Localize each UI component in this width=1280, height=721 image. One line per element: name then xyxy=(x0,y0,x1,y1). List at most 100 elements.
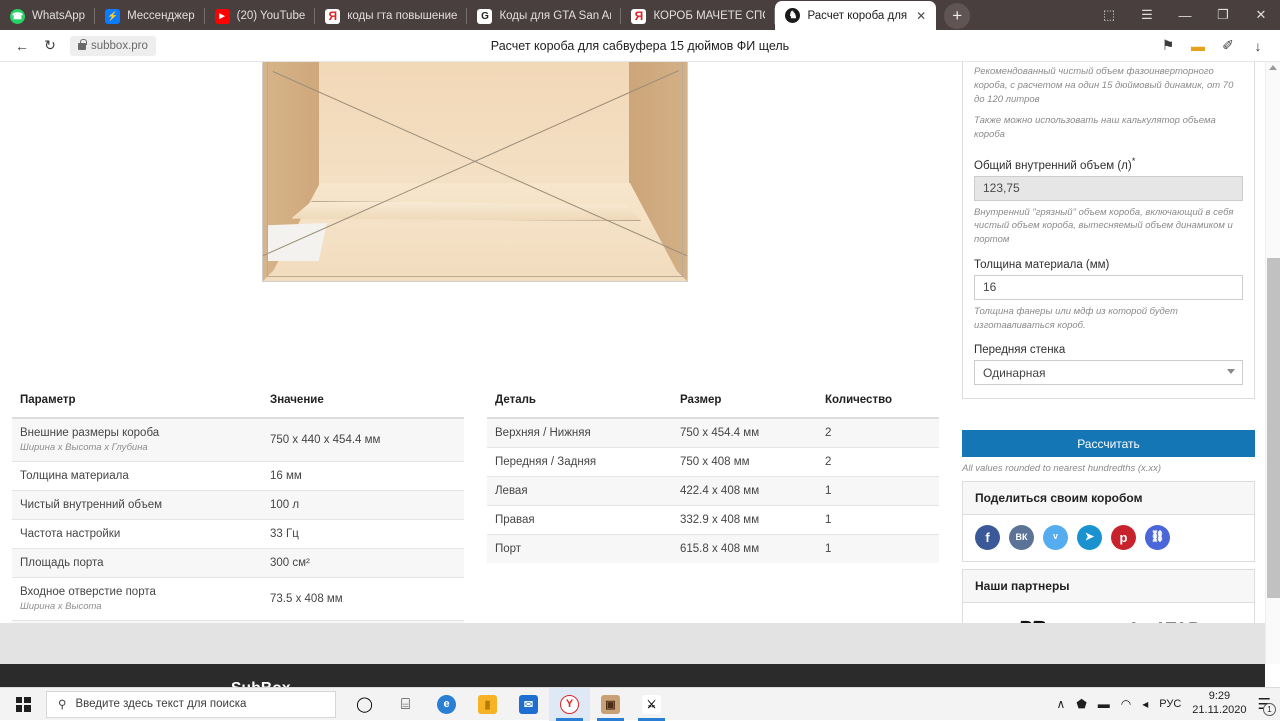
browser-tab[interactable]: Я КОРОБ МАЧЕТЕ СПОР xyxy=(621,2,776,30)
column-header-part: Деталь xyxy=(487,384,672,419)
cell-part: Порт xyxy=(487,534,672,563)
battery-icon[interactable]: ▬ xyxy=(1098,697,1110,711)
wifi-icon[interactable]: ◠ xyxy=(1121,697,1131,711)
total-volume-input[interactable] xyxy=(974,175,1243,201)
start-button[interactable] xyxy=(0,688,46,721)
parts-table: Деталь Размер Количество Верхняя / Нижня… xyxy=(487,384,939,563)
pinterest-share-button[interactable]: р xyxy=(1111,525,1136,550)
table-row: Частота настройки 33 Гц xyxy=(12,519,464,549)
back-icon[interactable]: ← xyxy=(8,32,36,60)
collections-icon[interactable]: ✐ xyxy=(1214,32,1242,60)
tab-label: КОРОБ МАЧЕТЕ СПОР xyxy=(653,10,765,22)
cortana-icon[interactable]: ◯ xyxy=(344,688,385,721)
telegram-share-button[interactable]: ➤ xyxy=(1077,525,1102,550)
taskbar-clock[interactable]: 9:29 21.11.2020 xyxy=(1192,690,1246,718)
column-header-size: Размер xyxy=(672,384,817,419)
photos-icon[interactable]: ▣ xyxy=(590,688,631,721)
wallet-icon[interactable]: ▬ xyxy=(1184,32,1212,60)
box-outline xyxy=(267,62,683,277)
address-bar[interactable]: subbox.pro xyxy=(70,35,156,56)
param-subtitle: Ширина x Высота x Глубина xyxy=(20,442,148,453)
subwoofer-box-render xyxy=(262,62,688,282)
partners-panel-title: Наши партнеры xyxy=(963,570,1254,603)
window-controls: ⬚ ☰ — ❐ ✕ xyxy=(1090,1,1280,29)
cell-size: 750 x 454.4 мм xyxy=(672,417,817,448)
browser-tab[interactable]: ⚡ Мессенджер xyxy=(95,2,205,30)
windows-logo-icon xyxy=(15,696,31,712)
cell-size: 750 x 408 мм xyxy=(672,447,817,477)
google-icon: G xyxy=(477,8,493,24)
yandex-browser-icon[interactable]: Y xyxy=(549,687,590,721)
tab-label: (20) YouTube xyxy=(236,10,306,22)
downloads-icon[interactable]: ↓ xyxy=(1244,32,1272,60)
cell-part: Правая xyxy=(487,505,672,535)
tab-label: Расчет короба для xyxy=(807,9,908,22)
microphone-icon[interactable]: ⬟ xyxy=(1076,697,1086,711)
twitter-share-button[interactable]: ᵛ xyxy=(1043,525,1068,550)
tab-label: Коды для GTA San An xyxy=(499,10,612,22)
total-volume-hint: Внутренний "грязный" объем короба, включ… xyxy=(974,206,1234,246)
cell-parameter: Площадь порта xyxy=(12,548,262,578)
front-wall-select[interactable]: Одинарная xyxy=(974,360,1243,386)
cell-qty: 1 xyxy=(817,505,939,535)
table-row: Толщина материала 16 мм xyxy=(12,461,464,491)
close-tab-icon[interactable]: ✕ xyxy=(916,10,926,22)
menu-icon[interactable]: ☰ xyxy=(1128,1,1166,29)
photo-glyph: ▣ xyxy=(601,694,620,714)
column-header-value: Значение xyxy=(262,384,464,419)
vk-share-button[interactable]: ВК xyxy=(1009,525,1034,550)
minimize-button[interactable]: — xyxy=(1166,1,1204,29)
browser-tab[interactable]: Я коды гта повышение xyxy=(315,2,468,30)
collections-icon[interactable]: ⬚ xyxy=(1090,1,1128,29)
favorite-icon[interactable]: ⚑ xyxy=(1154,32,1182,60)
taskbar-search-box[interactable]: ⚲ Введите здесь текст для поиска xyxy=(46,690,336,718)
browser-tab[interactable]: ▶ (20) YouTube xyxy=(205,2,316,30)
maximize-button[interactable]: ❐ xyxy=(1204,1,1242,29)
volume-icon[interactable]: ◂ xyxy=(1142,697,1148,711)
param-subtitle: Ширина x Высота xyxy=(20,601,102,612)
share-buttons-row: f ВК ᵛ ➤ р ⛓ xyxy=(963,515,1254,561)
new-tab-button[interactable]: + xyxy=(944,3,971,29)
language-indicator[interactable]: РУС xyxy=(1159,698,1181,710)
table-row: Чистый внутренний объем 100 л xyxy=(12,490,464,520)
table-row: Внешние размеры короба Ширина x Высота x… xyxy=(12,417,464,462)
page-scrollbar[interactable] xyxy=(1265,62,1280,664)
edge-icon[interactable]: e xyxy=(426,688,467,721)
browser-tab[interactable]: ☎ WhatsApp xyxy=(0,2,96,30)
cell-parameter: Входное отверстие порта Ширина x Высота xyxy=(12,577,262,621)
scroll-up-arrow-icon[interactable] xyxy=(1269,65,1277,70)
folder-glyph: ▮ xyxy=(478,694,497,714)
cell-parameter: Чистый внутренний объем xyxy=(12,490,262,520)
notifications-icon[interactable]: ☰ 1 xyxy=(1258,695,1276,716)
material-thickness-input[interactable] xyxy=(974,274,1243,300)
scrollbar-thumb[interactable] xyxy=(1267,258,1280,598)
front-wall-label: Передняя стенка xyxy=(974,344,1066,357)
gta-sa-icon[interactable]: ⚔ xyxy=(631,688,672,721)
calculator-sidebar: Рекомендованный чистый объем фазоинверто… xyxy=(952,62,1265,664)
total-volume-label: Общий внутренний объем (л)* xyxy=(974,155,1136,172)
cell-qty: 1 xyxy=(817,476,939,506)
table-row: Входное отверстие порта Ширина x Высота … xyxy=(12,577,464,621)
page-title: Расчет короба для сабвуфера 15 дюймов ФИ… xyxy=(490,38,790,53)
required-marker: * xyxy=(1131,155,1136,167)
clock-time: 9:29 xyxy=(1208,690,1231,703)
gta-glyph: ⚔ xyxy=(642,694,661,714)
tray-chevron-icon[interactable]: ∧ xyxy=(1057,697,1066,711)
volume-calculator-link-note: Также можно использовать наш калькулятор… xyxy=(974,115,1216,141)
file-explorer-icon[interactable]: ▮ xyxy=(467,688,508,721)
cell-part: Левая xyxy=(487,476,672,506)
refresh-icon[interactable]: ↻ xyxy=(36,32,64,60)
browser-tab[interactable]: G Коды для GTA San An xyxy=(467,2,622,30)
calculate-button[interactable]: Рассчитать xyxy=(962,430,1255,457)
facebook-share-button[interactable]: f xyxy=(975,525,1000,550)
cell-value: 750 x 440 x 454.4 мм xyxy=(262,417,464,462)
table-header-row: Деталь Размер Количество xyxy=(487,384,939,419)
close-window-button[interactable]: ✕ xyxy=(1242,1,1280,29)
mail-icon[interactable]: ✉ xyxy=(508,688,549,721)
task-view-icon[interactable]: ⌸ xyxy=(385,688,426,721)
copy-link-button[interactable]: ⛓ xyxy=(1145,525,1170,550)
calculator-form-card: Рекомендованный чистый объем фазоинверто… xyxy=(962,62,1255,400)
cell-value: 73.5 x 408 мм xyxy=(262,577,464,621)
cell-qty: 2 xyxy=(817,447,939,477)
browser-tab-active[interactable]: ♞ Расчет короба для ✕ xyxy=(775,1,937,30)
